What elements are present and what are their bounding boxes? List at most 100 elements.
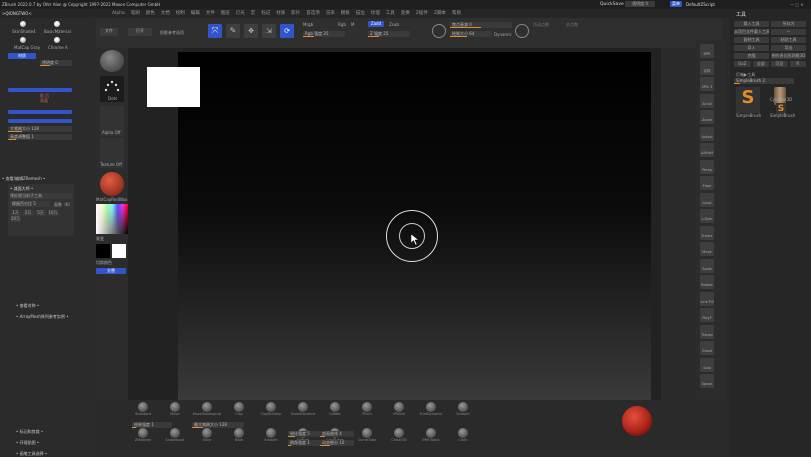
- move-button[interactable]: ✥: [244, 24, 258, 38]
- brush-button[interactable]: Pinch: [352, 402, 382, 422]
- brush-button[interactable]: Blob: [224, 428, 254, 448]
- lod-button[interactable]: 10万: [47, 210, 59, 216]
- menu-item[interactable]: 模板: [341, 9, 350, 18]
- tool-button[interactable]: 导出: [771, 45, 806, 51]
- quicksave-button[interactable]: QuickSave: [600, 2, 624, 7]
- toggle-bar-3[interactable]: [8, 119, 72, 123]
- menu-item[interactable]: 标记: [261, 9, 270, 18]
- focal-shift-icon[interactable]: [432, 24, 446, 38]
- right-shelf-button[interactable]: Zoom: [700, 110, 714, 124]
- brush-button[interactable]: DamStandard: [288, 402, 318, 422]
- brush-button[interactable]: Cloth: [448, 428, 478, 448]
- reference-image-thumb[interactable]: [147, 67, 200, 107]
- tool-button[interactable]: 载入工具: [734, 21, 769, 27]
- texture-off-thumb[interactable]: Texture Off: [100, 138, 124, 168]
- brush-button[interactable]: MoveTopological: [192, 402, 222, 422]
- brush-button[interactable]: Clay: [224, 402, 254, 422]
- zremesh-section[interactable]: • 查看/编辑ZRemesh •: [2, 176, 45, 182]
- brush-button[interactable]: ZModeler: [128, 428, 158, 448]
- lod-button[interactable]: 5万: [35, 210, 46, 216]
- brush-button[interactable]: Smooth: [256, 428, 286, 448]
- tool-button[interactable]: 导入: [734, 45, 769, 51]
- alpha-off-thumb[interactable]: Alpha Off: [100, 106, 124, 136]
- tool-button[interactable]: GoZ: [734, 61, 751, 67]
- main-color-swatch[interactable]: [96, 244, 110, 258]
- brush-button[interactable]: Chisel3D: [384, 428, 414, 448]
- status-slider[interactable]: 透明度 0: [625, 1, 655, 7]
- rgb-button[interactable]: Rgb: [338, 22, 346, 27]
- z-intensity-slider[interactable]: Z 强度 25: [368, 31, 410, 37]
- alternate-button[interactable]: 交替: [96, 268, 126, 274]
- tool-button[interactable]: 全部: [752, 61, 769, 67]
- right-shelf-button[interactable]: Floor: [700, 176, 714, 190]
- bottom-material-ball[interactable]: [622, 406, 652, 436]
- height-adjust-slider[interactable]: 高度调整值 1: [8, 134, 72, 140]
- right-shelf-button[interactable]: Persp: [700, 159, 714, 174]
- mark-trim-section[interactable]: • 标记和剪裁 •: [16, 429, 43, 435]
- preprocess-button[interactable]: 预处理当前子工具: [10, 193, 72, 199]
- d-icon[interactable]: [515, 24, 529, 38]
- depth-toggle[interactable]: [8, 88, 72, 92]
- color-picker[interactable]: [96, 204, 128, 234]
- tool-button[interactable]: 可见: [771, 61, 788, 67]
- material-ball-0[interactable]: [20, 21, 26, 27]
- m-button[interactable]: M: [351, 22, 354, 27]
- menu-item[interactable]: 颜色: [146, 9, 155, 18]
- right-shelf-button[interactable]: Frame: [700, 225, 714, 240]
- material-ball-1[interactable]: [54, 21, 60, 27]
- material-button[interactable]: 材质: [8, 53, 36, 59]
- right-shelf-button[interactable]: Local: [700, 192, 714, 207]
- document-canvas[interactable]: [178, 52, 651, 400]
- menu-item[interactable]: Z插件: [416, 9, 428, 18]
- tool-button[interactable]: 克隆: [734, 53, 769, 59]
- dynamic-button[interactable]: Dynamic: [494, 32, 512, 37]
- open-button[interactable]: 打开: [128, 28, 152, 36]
- material-ball-3[interactable]: [54, 37, 60, 43]
- tool-button[interactable]: —: [771, 29, 806, 35]
- project-tab[interactable]: >QIONGTWO<: [2, 11, 32, 16]
- secondary-color-swatch[interactable]: [112, 244, 126, 258]
- brush-button[interactable]: Inflate: [320, 402, 350, 422]
- brush-button[interactable]: Slice: [192, 428, 222, 448]
- zadd-button[interactable]: Zadd: [368, 21, 384, 27]
- menu-item[interactable]: 图层: [221, 9, 230, 18]
- tool-button[interactable]: 粘贴工具: [771, 37, 806, 43]
- right-shelf-button[interactable]: Move: [700, 242, 714, 256]
- bottom-max-brush-slider[interactable]: 最大笔刷大小 128: [192, 422, 244, 428]
- opacity-slider[interactable]: 透明度 0: [40, 60, 72, 66]
- dots-stroke-thumb[interactable]: Dots: [100, 76, 124, 102]
- dynamic-subdiv-slider[interactable]: 动态细分 10: [320, 440, 354, 446]
- right-shelf-button[interactable]: Scale: [700, 258, 714, 273]
- menu-item[interactable]: 文档: [161, 9, 170, 18]
- right-shelf-button[interactable]: Solo: [700, 357, 714, 372]
- arraymesh-section[interactable]: • ArrayMesh阵列参考实例 •: [16, 314, 69, 320]
- brush-button[interactable]: Move: [160, 402, 190, 422]
- menu-item[interactable]: 宏: [251, 9, 256, 18]
- symmetry-section[interactable]: • 查看对称 •: [16, 303, 39, 309]
- brush-button[interactable]: Snakehook: [160, 428, 190, 448]
- menu-button[interactable]: 菜单: [670, 1, 682, 7]
- brush-button[interactable]: TrimDynamic: [416, 402, 446, 422]
- zsub-button[interactable]: Zsub: [389, 22, 399, 27]
- rgb-intensity-slider[interactable]: Rgb 强度 25: [303, 31, 345, 37]
- right-shelf-button[interactable]: Xpose: [700, 374, 714, 388]
- menu-item[interactable]: 渲染: [326, 9, 335, 18]
- menu-item[interactable]: 帮助: [452, 9, 461, 18]
- menu-item[interactable]: 笔刷: [131, 9, 140, 18]
- tool-button[interactable]: 另存为: [771, 21, 806, 27]
- right-shelf-button[interactable]: Ghost: [700, 341, 714, 355]
- right-shelf-button[interactable]: Actual: [700, 126, 714, 141]
- right-shelf-button[interactable]: SPix 3: [700, 77, 714, 91]
- sharpen-slider[interactable]: 锐化强度 5: [288, 431, 322, 437]
- menu-item[interactable]: Alpha: [112, 9, 125, 18]
- rotate-button[interactable]: ⟳: [280, 24, 294, 38]
- edit-button[interactable]: ⤧: [208, 24, 222, 38]
- max-brush-size-slider[interactable]: 大笔刷大小 128: [8, 126, 72, 132]
- menu-item[interactable]: 材质: [276, 9, 285, 18]
- menu-item[interactable]: 首选项: [306, 9, 320, 18]
- right-shelf-button[interactable]: L.Sym: [700, 209, 714, 223]
- tool-button[interactable]: 复制工具: [734, 37, 769, 43]
- draw-intensity-slider[interactable]: 绘制强度 1: [132, 422, 172, 428]
- menu-item[interactable]: 描边: [356, 9, 365, 18]
- right-shelf-button[interactable]: Transp: [700, 324, 714, 339]
